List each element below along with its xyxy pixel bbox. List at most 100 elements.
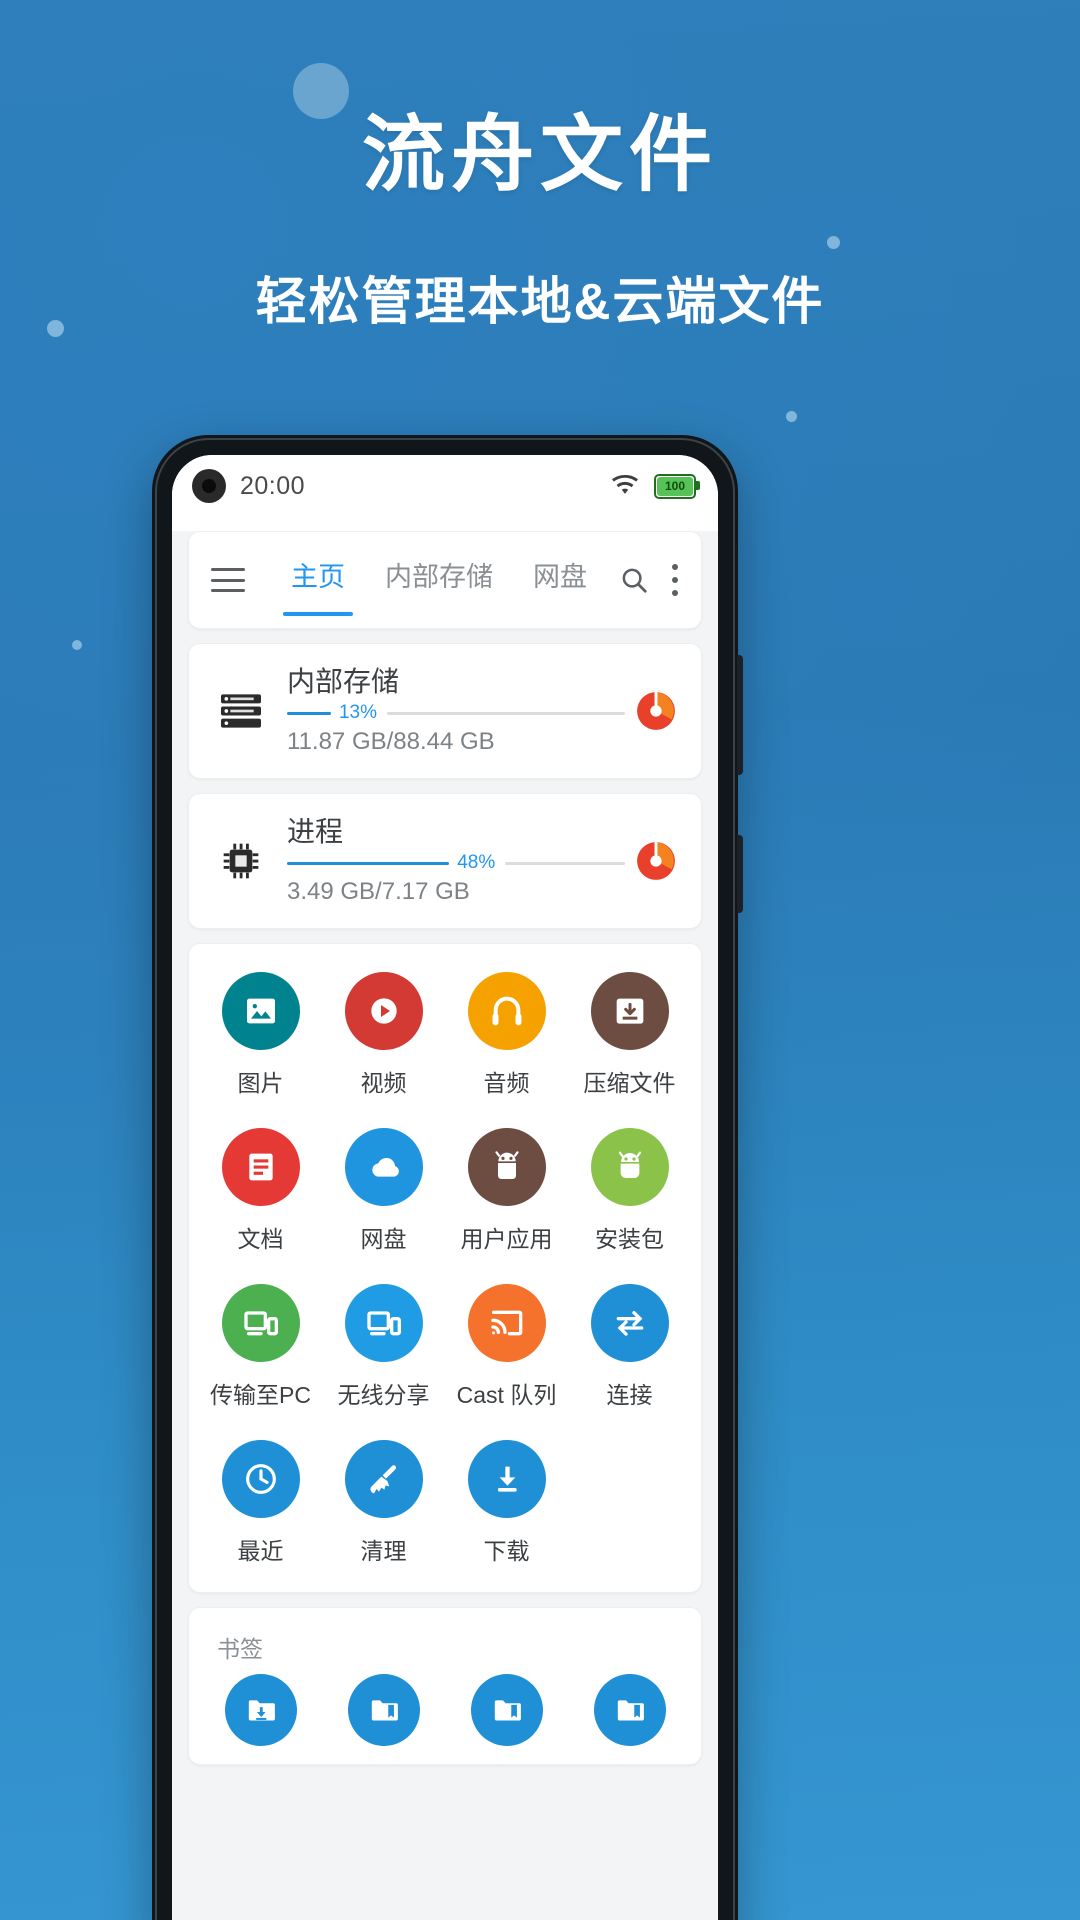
shortcut-recent[interactable]: 最近 bbox=[199, 1440, 322, 1566]
connect-arrows-icon bbox=[590, 1284, 669, 1362]
folder-bookmark-icon bbox=[347, 1674, 420, 1746]
shortcut-transfer-to-pc[interactable]: 传输至PC bbox=[199, 1284, 322, 1410]
cpu-chip-icon bbox=[213, 841, 269, 881]
bookmarks-card: 书签 bbox=[188, 1607, 702, 1765]
storage-detail: 11.87 GB/88.44 GB bbox=[287, 728, 495, 756]
desktop-phone-icon bbox=[221, 1284, 300, 1362]
folder-bookmark-icon bbox=[593, 1674, 666, 1746]
shortcut-connect[interactable]: 连接 bbox=[568, 1284, 691, 1410]
android-robot-icon bbox=[467, 1128, 546, 1206]
shortcut-label: 安装包 bbox=[595, 1226, 664, 1252]
shortcut-audio[interactable]: 音频 bbox=[445, 972, 568, 1098]
clock-icon bbox=[221, 1440, 300, 1518]
shortcut-videos[interactable]: 视频 bbox=[322, 972, 445, 1098]
document-icon bbox=[221, 1128, 300, 1206]
meter-title: 进程 bbox=[287, 815, 344, 847]
wifi-icon bbox=[612, 475, 638, 494]
devices-share-icon bbox=[344, 1284, 423, 1362]
shortcut-label: 清理 bbox=[360, 1538, 407, 1564]
shortcut-archives[interactable]: 压缩文件 bbox=[568, 972, 691, 1098]
download-icon bbox=[467, 1440, 546, 1518]
storage-meter-card[interactable]: 内部存储 13% 11.87 GB/88.44 GB bbox=[188, 643, 702, 779]
shortcut-label: 用户应用 bbox=[460, 1226, 553, 1252]
process-detail: 3.49 GB/7.17 GB bbox=[287, 878, 470, 906]
shortcut-cast-queue[interactable]: Cast 队列 bbox=[445, 1284, 568, 1410]
bookmark-item[interactable] bbox=[322, 1674, 445, 1746]
folder-bookmark-icon bbox=[470, 1674, 543, 1746]
pie-chart-icon[interactable] bbox=[635, 840, 677, 882]
page-title: 流舟文件 bbox=[362, 108, 718, 201]
shortcuts-card: 图片 视频 音频 压缩文件 文档 网盘 用户应用 安装包 传输至PC 无线分享 … bbox=[188, 943, 702, 1593]
hero-accent-circle bbox=[293, 63, 349, 119]
bookmark-item[interactable] bbox=[445, 1674, 568, 1746]
phone-volume-button bbox=[737, 835, 743, 913]
shortcut-images[interactable]: 图片 bbox=[199, 972, 322, 1098]
image-icon bbox=[221, 972, 300, 1050]
tab-bar: 主页 内部存储 网盘 bbox=[283, 555, 587, 616]
shortcut-label: 文档 bbox=[237, 1226, 284, 1252]
cloud-icon bbox=[344, 1128, 423, 1206]
phone-power-button bbox=[737, 655, 743, 775]
meter-title: 内部存储 bbox=[287, 665, 400, 697]
shortcut-apk[interactable]: 安装包 bbox=[568, 1128, 691, 1254]
shortcut-downloads[interactable]: 下载 bbox=[445, 1440, 568, 1566]
more-vertical-icon[interactable] bbox=[671, 564, 679, 596]
shortcut-label: Cast 队列 bbox=[456, 1382, 557, 1408]
shortcut-label: 最近 bbox=[237, 1538, 284, 1564]
shortcut-label: 网盘 bbox=[360, 1226, 407, 1252]
decorative-dot bbox=[72, 640, 82, 650]
storage-progress-track bbox=[386, 711, 625, 715]
hamburger-menu-icon[interactable] bbox=[211, 568, 245, 592]
shortcut-label: 视频 bbox=[360, 1070, 407, 1096]
battery-icon: 100 bbox=[654, 473, 700, 499]
shortcut-label: 压缩文件 bbox=[583, 1070, 676, 1096]
process-progress-fill bbox=[287, 861, 450, 865]
shortcut-clean[interactable]: 清理 bbox=[322, 1440, 445, 1566]
play-circle-icon bbox=[344, 972, 423, 1050]
bookmarks-heading: 书签 bbox=[217, 1636, 263, 1662]
process-progress-track bbox=[505, 861, 625, 865]
storage-icon bbox=[213, 691, 269, 731]
phone-screen: 20:00 100 主页 内部存储 网盘 内部存储 13% 11.87 GB/8… bbox=[172, 455, 718, 1920]
shortcut-documents[interactable]: 文档 bbox=[199, 1128, 322, 1254]
shortcut-label: 图片 bbox=[237, 1070, 284, 1096]
shortcut-label: 无线分享 bbox=[337, 1382, 430, 1408]
decorative-dot bbox=[827, 236, 840, 249]
storage-percent: 13% bbox=[338, 702, 377, 724]
decorative-dot bbox=[786, 411, 797, 422]
process-meter-card[interactable]: 进程 48% 3.49 GB/7.17 GB bbox=[188, 793, 702, 929]
bookmark-item[interactable] bbox=[568, 1674, 691, 1746]
status-bar: 20:00 100 bbox=[172, 455, 718, 517]
shortcut-user-apps[interactable]: 用户应用 bbox=[445, 1128, 568, 1254]
app-toolbar: 主页 内部存储 网盘 bbox=[188, 531, 702, 629]
pie-chart-icon[interactable] bbox=[635, 690, 677, 732]
shortcuts-grid: 图片 视频 音频 压缩文件 文档 网盘 用户应用 安装包 传输至PC 无线分享 … bbox=[199, 972, 691, 1566]
page-subtitle: 轻松管理本地&云端文件 bbox=[255, 273, 825, 330]
tab-internal-storage[interactable]: 内部存储 bbox=[385, 555, 493, 606]
battery-level: 100 bbox=[664, 479, 686, 493]
folder-download-icon bbox=[224, 1674, 297, 1746]
bookmark-item[interactable] bbox=[199, 1674, 322, 1746]
process-percent: 48% bbox=[457, 852, 496, 874]
search-icon[interactable] bbox=[619, 565, 649, 595]
android-apk-icon bbox=[590, 1128, 669, 1206]
shortcut-label: 音频 bbox=[483, 1070, 530, 1096]
promo-banner: 流舟文件 轻松管理本地&云端文件 20:00 100 主页 内部存储 网盘 内部… bbox=[0, 0, 1080, 1920]
broom-icon bbox=[344, 1440, 423, 1518]
cast-icon bbox=[467, 1284, 546, 1362]
status-time: 20:00 bbox=[240, 471, 306, 500]
app-content: 主页 内部存储 网盘 内部存储 13% 11.87 GB/88.44 GB 进程… bbox=[172, 531, 718, 1920]
tab-cloud-drive[interactable]: 网盘 bbox=[533, 555, 587, 606]
shortcut-cloud-drive[interactable]: 网盘 bbox=[322, 1128, 445, 1254]
phone-mockup: 20:00 100 主页 内部存储 网盘 内部存储 13% 11.87 GB/8… bbox=[152, 435, 743, 1920]
storage-progress-fill bbox=[287, 711, 331, 715]
bookmarks-grid bbox=[199, 1674, 691, 1746]
archive-box-icon bbox=[590, 972, 669, 1050]
shortcut-label: 传输至PC bbox=[210, 1382, 311, 1408]
headphones-icon bbox=[467, 972, 546, 1050]
shortcut-label: 连接 bbox=[606, 1382, 653, 1408]
tab-home[interactable]: 主页 bbox=[283, 555, 353, 616]
front-camera-icon bbox=[192, 469, 226, 503]
shortcut-label: 下载 bbox=[483, 1538, 530, 1564]
shortcut-wireless-share[interactable]: 无线分享 bbox=[322, 1284, 445, 1410]
